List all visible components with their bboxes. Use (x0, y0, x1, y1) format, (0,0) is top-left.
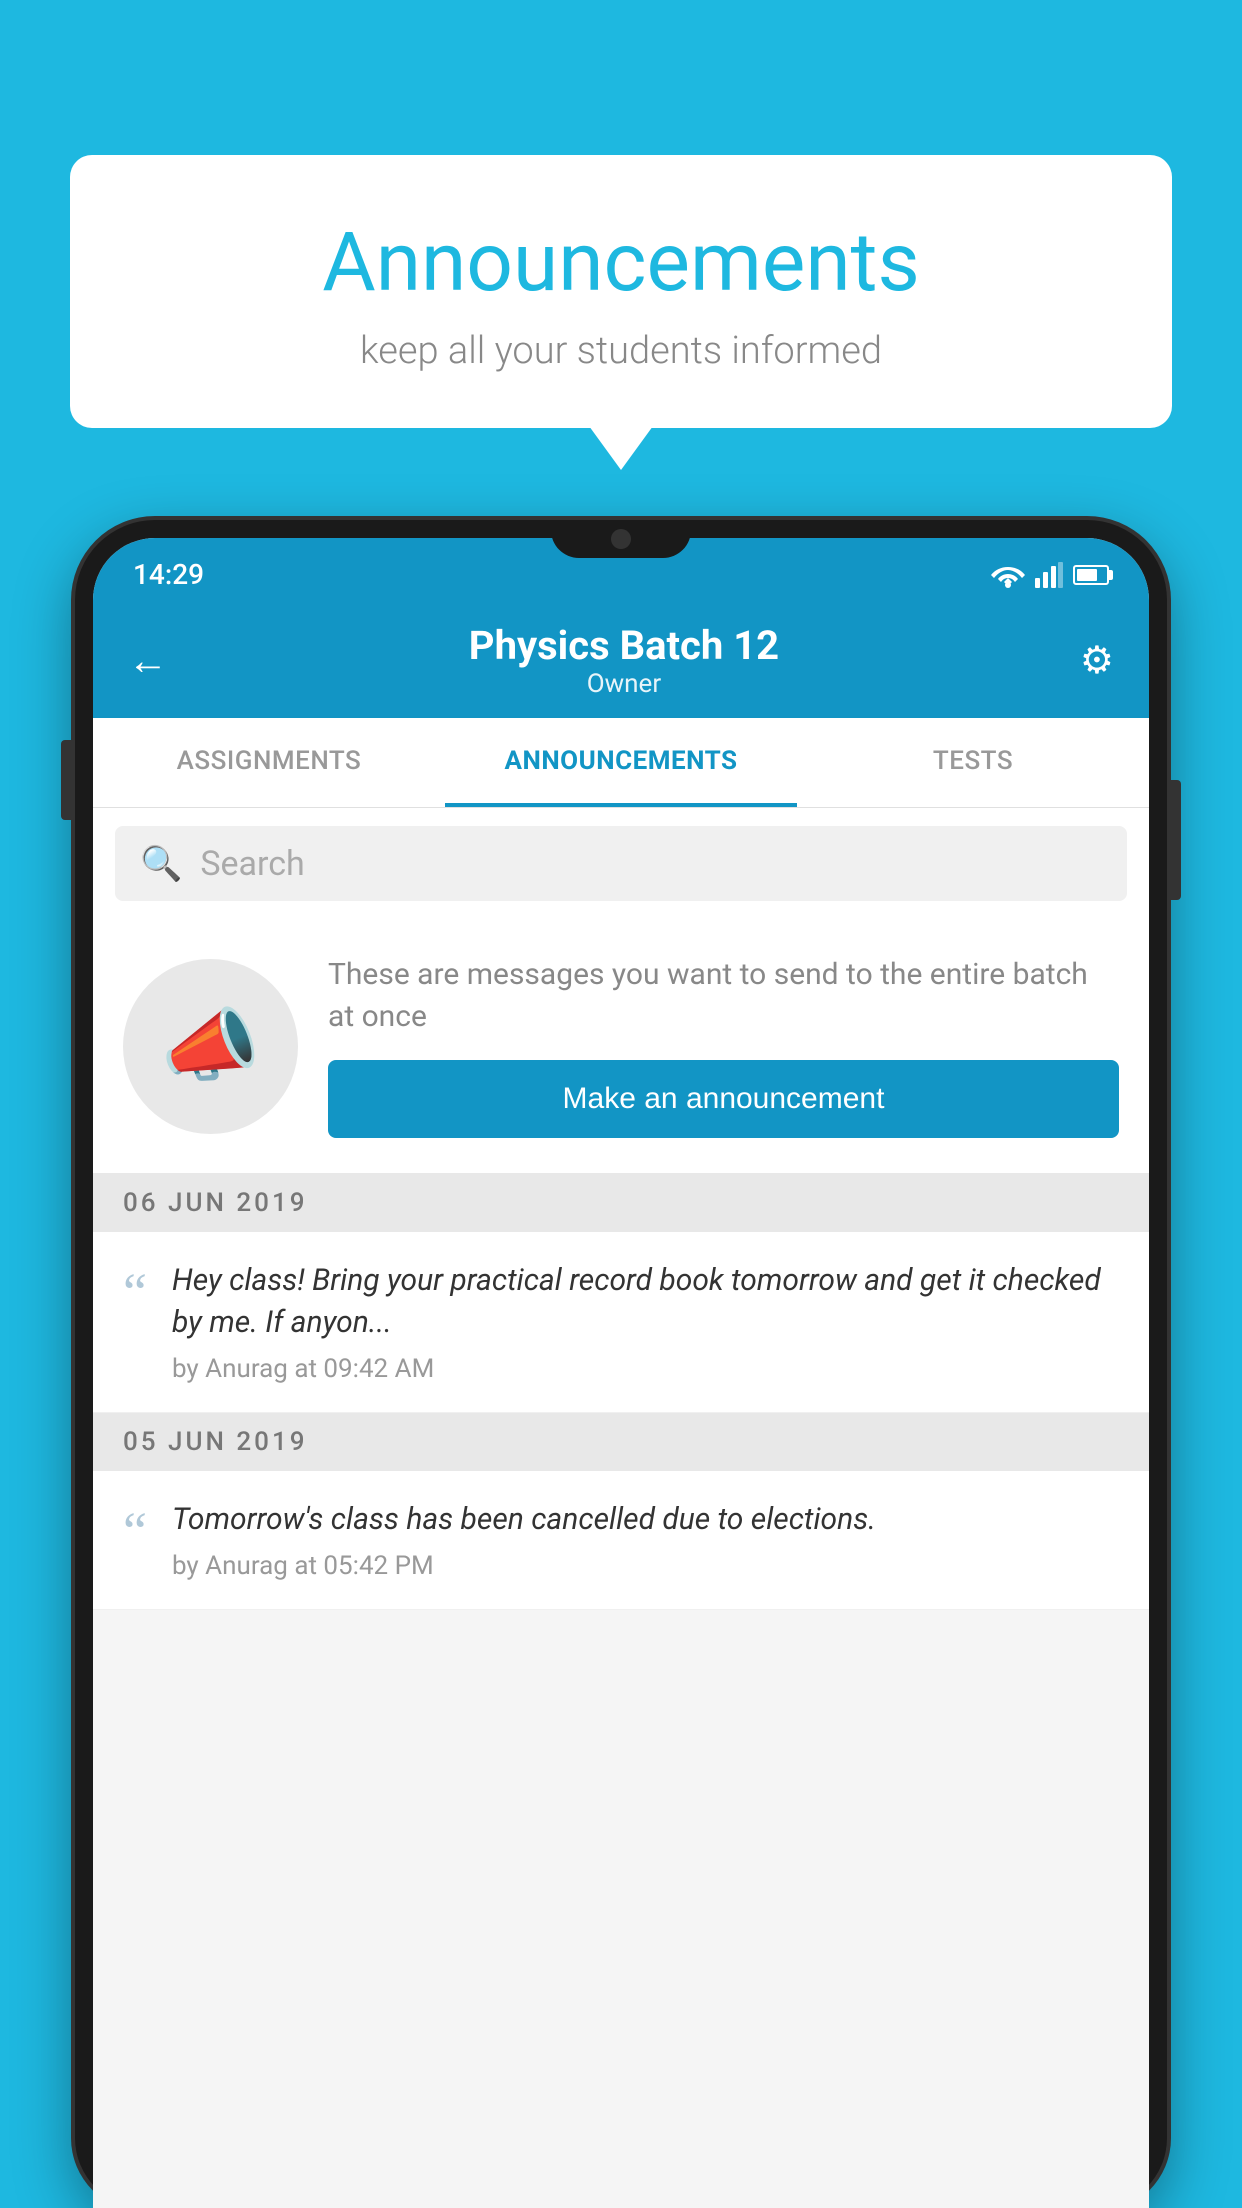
speech-bubble-container: Announcements keep all your students inf… (70, 155, 1172, 428)
speech-bubble: Announcements keep all your students inf… (70, 155, 1172, 428)
content-area: 🔍 Search 📣 These are messages you want t… (93, 808, 1149, 2208)
announcement-item-2[interactable]: “ Tomorrow's class has been cancelled du… (93, 1471, 1149, 1610)
app-bar-title: Physics Batch 12 (469, 622, 779, 669)
phone-outer: 14:29 (75, 520, 1167, 2208)
announcement-right: These are messages you want to send to t… (328, 954, 1119, 1138)
date-separator-2: 05 JUN 2019 (93, 1413, 1149, 1471)
search-box[interactable]: 🔍 Search (115, 826, 1127, 901)
make-announcement-button[interactable]: Make an announcement (328, 1060, 1119, 1138)
announcement-message-1: Hey class! Bring your practical record b… (172, 1260, 1119, 1344)
megaphone-icon: 📣 (161, 999, 261, 1093)
camera (611, 529, 631, 549)
status-icons (991, 562, 1109, 588)
wifi-icon (991, 562, 1025, 588)
battery-icon (1073, 565, 1109, 585)
announcement-prompt: 📣 These are messages you want to send to… (93, 919, 1149, 1174)
tab-bar: ASSIGNMENTS ANNOUNCEMENTS TESTS (93, 718, 1149, 808)
speech-bubble-subtitle: keep all your students informed (150, 329, 1092, 373)
app-bar-title-group: Physics Batch 12 Owner (469, 622, 779, 699)
app-bar: ← Physics Batch 12 Owner ⚙ (93, 603, 1149, 718)
date-separator-1: 06 JUN 2019 (93, 1174, 1149, 1232)
quote-icon-1: “ (123, 1265, 147, 1319)
announcement-item-1[interactable]: “ Hey class! Bring your practical record… (93, 1232, 1149, 1413)
tab-announcements[interactable]: ANNOUNCEMENTS (445, 718, 797, 807)
quote-icon-2: “ (123, 1504, 147, 1558)
back-button[interactable]: ← (128, 637, 168, 684)
settings-button[interactable]: ⚙ (1080, 638, 1114, 683)
phone-screen: 14:29 (93, 538, 1149, 2208)
phone-mockup: 14:29 (75, 520, 1167, 2208)
announcement-text-group-1: Hey class! Bring your practical record b… (172, 1260, 1119, 1384)
announcement-meta-1: by Anurag at 09:42 AM (172, 1354, 1119, 1384)
announcement-meta-2: by Anurag at 05:42 PM (172, 1551, 1119, 1581)
signal-icon (1035, 562, 1063, 588)
announcement-description: These are messages you want to send to t… (328, 954, 1119, 1038)
search-container: 🔍 Search (93, 808, 1149, 919)
app-bar-subtitle: Owner (469, 669, 779, 699)
megaphone-circle: 📣 (123, 959, 298, 1134)
announcement-text-group-2: Tomorrow's class has been cancelled due … (172, 1499, 1119, 1581)
status-time: 14:29 (133, 558, 204, 591)
speech-bubble-title: Announcements (150, 215, 1092, 311)
tab-assignments[interactable]: ASSIGNMENTS (93, 718, 445, 807)
announcement-message-2: Tomorrow's class has been cancelled due … (172, 1499, 1119, 1541)
notch (551, 520, 691, 558)
tab-tests[interactable]: TESTS (797, 718, 1149, 807)
search-icon: 🔍 (140, 844, 182, 884)
search-placeholder: Search (200, 844, 304, 884)
